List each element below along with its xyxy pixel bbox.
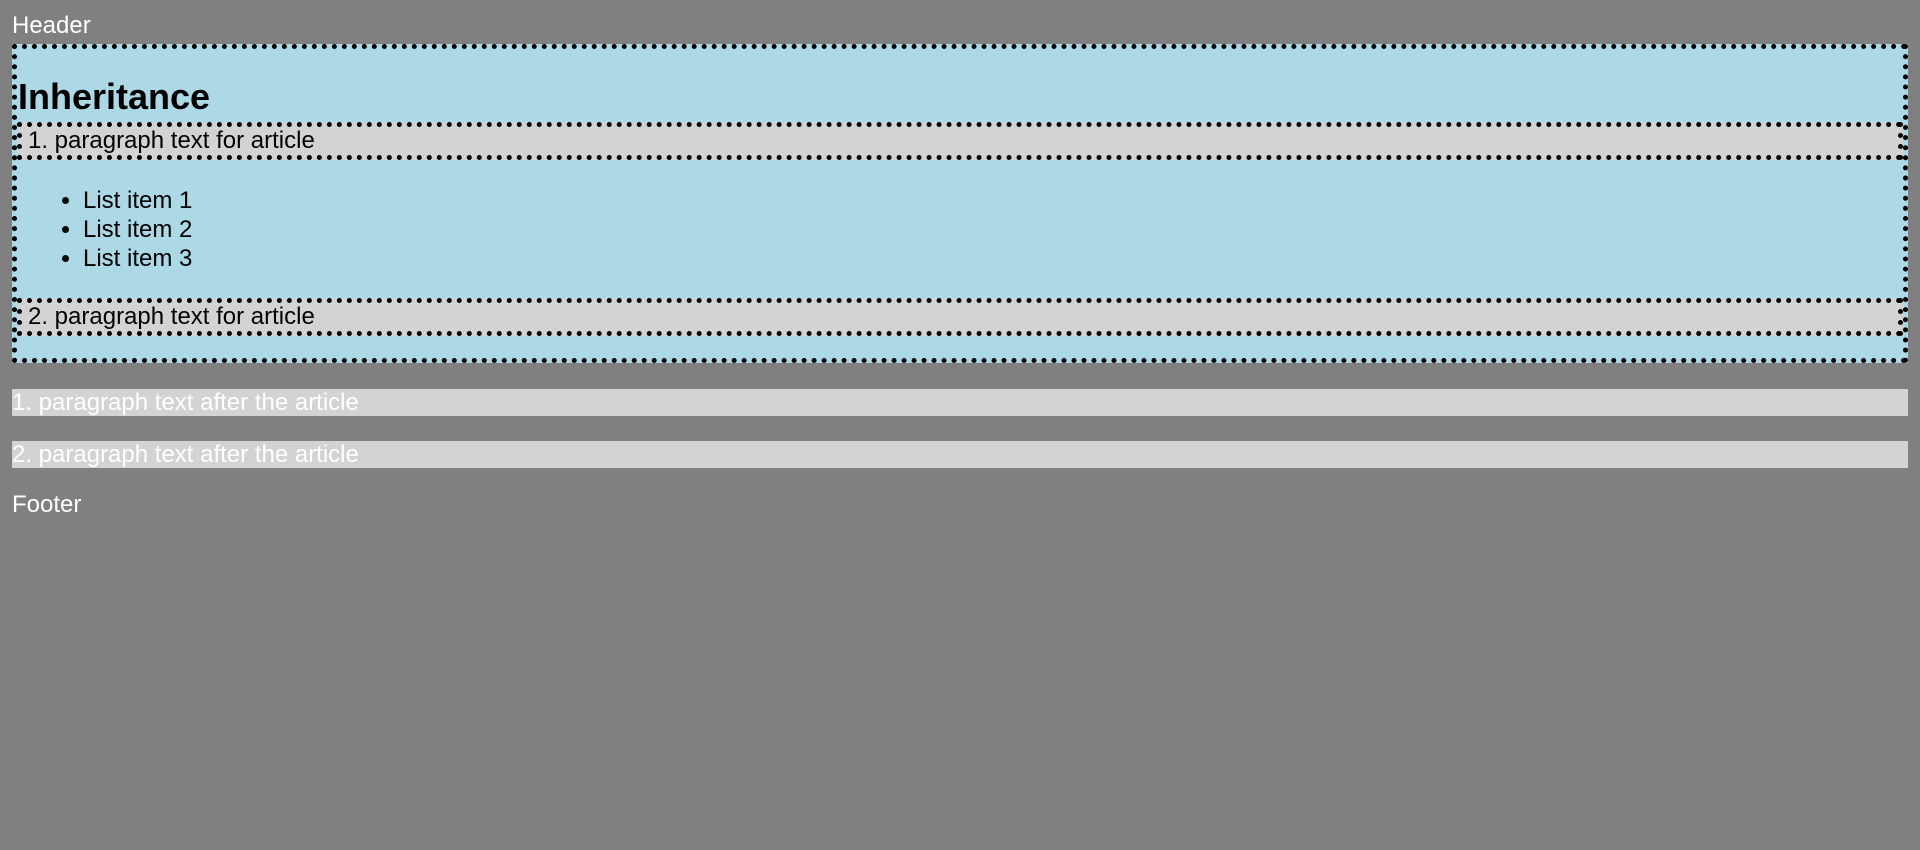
list-item: List item 3 [83,244,1903,273]
list-item: List item 1 [83,186,1903,215]
page-header: Header [12,12,91,39]
article-paragraph-1: 1. paragraph text for article [17,122,1903,160]
page-footer: Footer [12,491,82,518]
article-title: Inheritance [18,76,211,117]
page: Header Inheritance 1. paragraph text for… [0,0,1920,519]
article-paragraph-2: 2. paragraph text for article [17,298,1903,336]
list-item: List item 2 [83,215,1903,244]
after-article-paragraph-1: 1. paragraph text after the article [12,389,1908,416]
after-article-paragraph-2: 2. paragraph text after the article [12,441,1908,468]
article-list: List item 1 List item 2 List item 3 [17,160,1903,298]
article: Inheritance 1. paragraph text for articl… [12,44,1908,363]
